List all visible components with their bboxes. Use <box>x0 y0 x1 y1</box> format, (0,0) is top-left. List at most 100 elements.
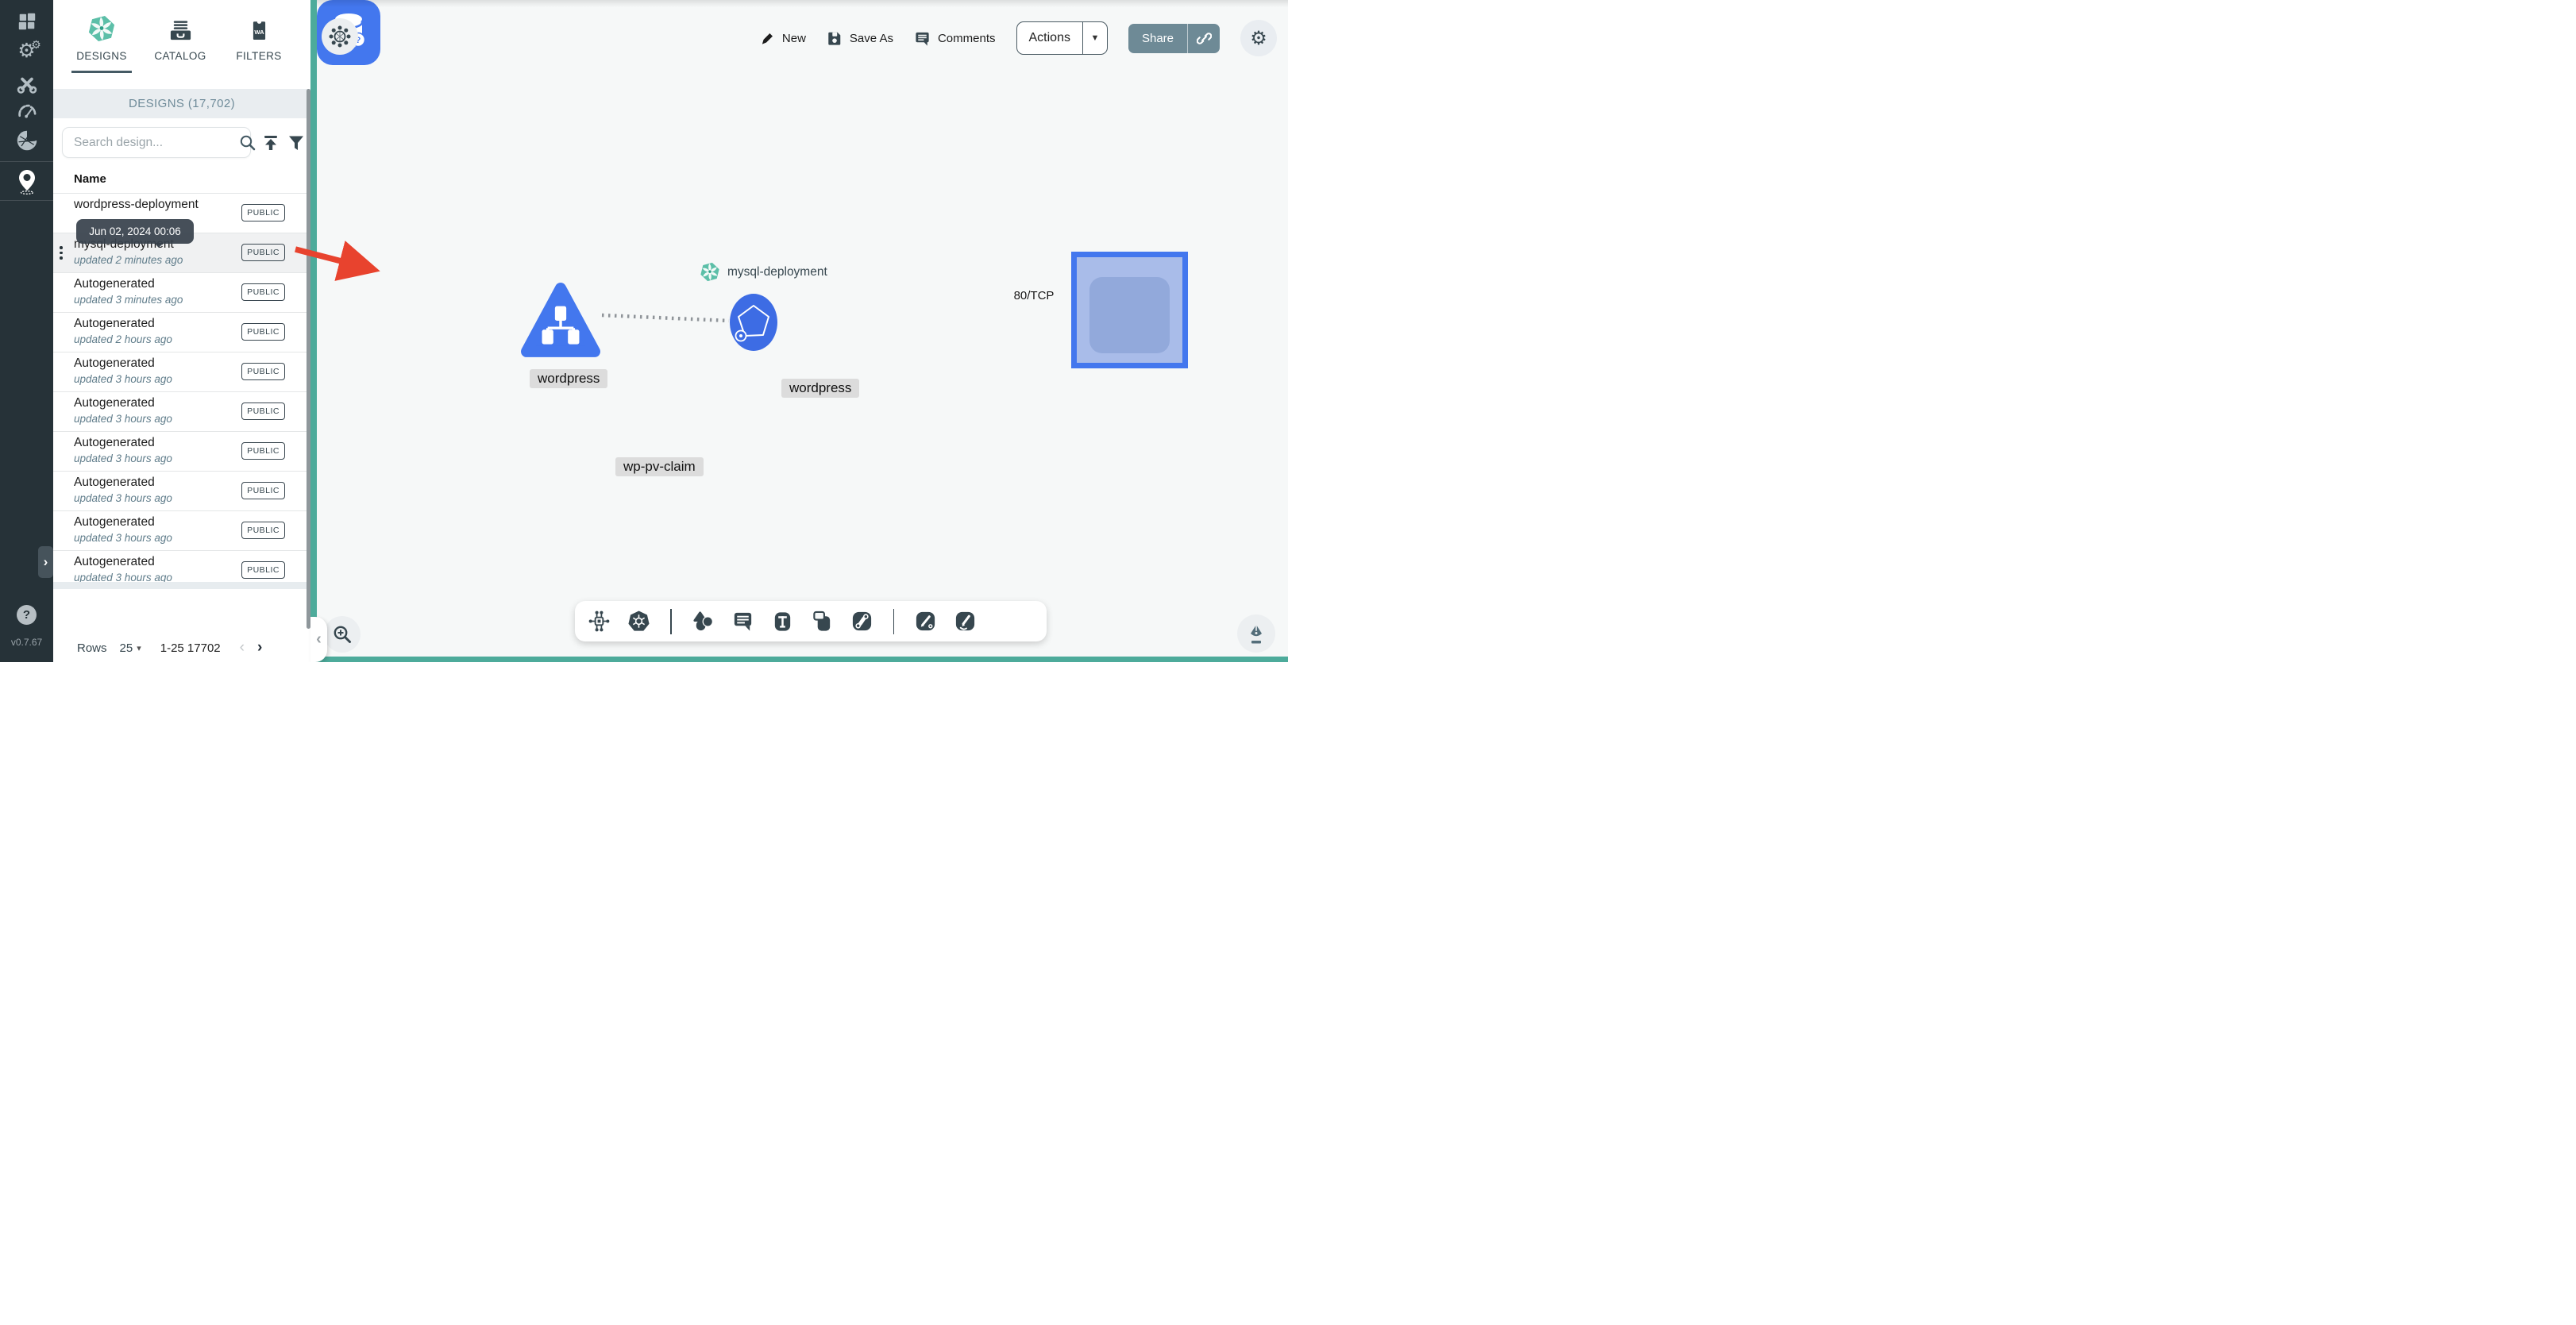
shape-tools-dock <box>575 601 1047 641</box>
kanvas-pin-icon[interactable] <box>15 168 39 195</box>
actions-split-button[interactable]: Actions ▼ <box>1016 21 1108 55</box>
upload-design-icon[interactable] <box>261 133 280 152</box>
cluster-visibility-button[interactable] <box>322 18 358 55</box>
new-design-button[interactable]: New <box>760 31 806 46</box>
design-list-row[interactable]: Autogenerated updated 3 hours ago PUBLIC <box>53 391 307 431</box>
design-list-row[interactable]: Autogenerated updated 3 hours ago PUBLIC <box>53 471 307 510</box>
rectangle-tool-icon[interactable] <box>811 610 834 633</box>
mysql-deployment-design-node[interactable]: mysql-deployment <box>700 261 827 283</box>
dashboard-icon[interactable] <box>17 11 37 32</box>
shapes-tool-icon[interactable] <box>692 610 715 633</box>
row-kebab-menu-icon[interactable] <box>60 246 63 260</box>
design-name: Autogenerated <box>74 356 155 370</box>
comments-button[interactable]: Comments <box>914 30 996 47</box>
comment-icon <box>914 30 931 47</box>
annotate-pen-button[interactable] <box>1237 614 1275 653</box>
design-name: Autogenerated <box>74 515 155 529</box>
design-name: Autogenerated <box>74 555 155 568</box>
design-list-row[interactable]: Autogenerated updated 3 minutes ago PUBL… <box>53 272 307 312</box>
designs-panel: DESIGNS CATALOG WA FILTERS DESIGNS (17,7… <box>53 0 310 662</box>
design-updated-text: updated 2 minutes ago <box>74 254 183 266</box>
design-updated-text: updated 2 hours ago <box>74 333 172 345</box>
wordpress-container-node[interactable] <box>1071 252 1188 368</box>
port-edge-label: 80/TCP <box>1013 289 1055 302</box>
visibility-badge: PUBLIC <box>241 204 285 221</box>
component-tool-icon[interactable] <box>588 610 611 633</box>
configuration-tools-icon[interactable] <box>16 73 37 94</box>
meshery-design-icon <box>65 11 138 43</box>
next-page-button[interactable]: › <box>257 639 262 657</box>
comment-tool-icon[interactable] <box>731 610 754 633</box>
visibility-badge: PUBLIC <box>241 363 285 380</box>
help-button[interactable]: ? <box>17 605 37 625</box>
design-list-row[interactable]: Autogenerated updated 2 hours ago PUBLIC <box>53 312 307 352</box>
pagination-range: 1-25 17702 <box>160 641 221 655</box>
filter-funnel-icon[interactable] <box>287 133 306 152</box>
design-name: wordpress-deployment <box>74 198 199 211</box>
pen-tool-icon[interactable] <box>914 610 937 633</box>
rail-divider <box>0 161 53 162</box>
tab-catalog[interactable]: CATALOG <box>144 11 217 62</box>
designs-count-header: DESIGNS (17,702) <box>53 89 310 118</box>
design-list-row[interactable]: Autogenerated updated 3 hours ago PUBLIC <box>53 510 307 550</box>
container-node-label: wordpress <box>781 379 860 398</box>
pagination-footer: Rows 25 ▾ 1-25 17702 ‹ › <box>53 634 310 662</box>
visibility-badge: PUBLIC <box>241 244 285 261</box>
panel-canvas-divider <box>310 0 317 662</box>
edge-tool-icon[interactable] <box>850 610 873 633</box>
updated-date-tooltip: Jun 02, 2024 00:06 <box>76 219 194 248</box>
extensions-icon[interactable] <box>16 129 38 152</box>
design-list-row[interactable]: Autogenerated updated 3 hours ago PUBLIC <box>53 352 307 391</box>
actions-dropdown-caret[interactable]: ▼ <box>1083 22 1107 54</box>
save-as-button[interactable]: Save As <box>827 30 893 46</box>
service-node[interactable] <box>730 294 777 351</box>
design-name: Autogenerated <box>74 396 155 410</box>
visibility-badge: PUBLIC <box>241 283 285 301</box>
design-updated-text: updated 3 hours ago <box>74 373 172 385</box>
copy-link-icon[interactable] <box>1188 24 1220 53</box>
rail-divider <box>0 200 53 201</box>
settings-gear-button[interactable]: ⚙ <box>1240 20 1277 56</box>
design-canvas[interactable]: New Save As Comments Actions ▼ Share ⚙ m… <box>317 0 1288 657</box>
collapse-panel-button[interactable]: ‹ <box>310 617 327 662</box>
design-updated-text: updated 3 hours ago <box>74 453 172 464</box>
search-design-field[interactable] <box>62 127 256 158</box>
page-size-select[interactable]: 25 ▾ <box>120 641 141 655</box>
canvas-bottom-border <box>317 657 1288 662</box>
save-icon <box>827 30 843 46</box>
version-label: v0.7.67 <box>10 637 43 648</box>
pencil-tool-icon[interactable] <box>954 610 977 633</box>
lifecycle-gears-icon[interactable]: ⚙ ⚙ <box>17 38 41 61</box>
design-name: Autogenerated <box>74 436 155 449</box>
dock-divider <box>893 608 894 634</box>
performance-speedometer-icon[interactable] <box>16 101 37 120</box>
design-name: Autogenerated <box>74 476 155 489</box>
visibility-badge: PUBLIC <box>241 482 285 499</box>
tab-designs[interactable]: DESIGNS <box>65 11 138 62</box>
design-name: Autogenerated <box>74 277 155 291</box>
expand-sidebar-button[interactable]: › <box>38 546 53 578</box>
list-end-band <box>53 582 307 589</box>
design-updated-text: updated 3 hours ago <box>74 532 172 544</box>
zoom-in-button[interactable] <box>324 616 361 653</box>
dock-divider <box>670 608 672 634</box>
search-icon[interactable] <box>239 134 256 151</box>
deployment-triangle-node[interactable] <box>520 279 601 360</box>
application-window: ⚙ ⚙ › ? v0.7.67 DESIGNS CATALOG WA FILTE… <box>0 0 1288 662</box>
design-name: Autogenerated <box>74 317 155 330</box>
chevron-down-icon: ▾ <box>137 643 141 653</box>
previous-page-button[interactable]: ‹ <box>240 639 245 657</box>
pvc-node-label: wp-pv-claim <box>615 457 704 476</box>
tab-filters[interactable]: WA FILTERS <box>222 11 295 62</box>
design-list-row[interactable]: Autogenerated updated 3 hours ago PUBLIC <box>53 431 307 471</box>
service-edge-layer <box>601 294 777 351</box>
port-edge[interactable] <box>601 313 730 323</box>
text-tool-icon[interactable] <box>771 610 794 633</box>
kubernetes-tool-icon[interactable] <box>627 610 650 633</box>
share-split-button[interactable]: Share <box>1128 23 1220 53</box>
pen-nib-icon <box>1251 625 1262 644</box>
panel-scrollbar[interactable] <box>307 89 310 629</box>
search-input[interactable] <box>63 135 239 150</box>
visibility-badge: PUBLIC <box>241 561 285 579</box>
left-nav-rail: ⚙ ⚙ › ? v0.7.67 <box>0 0 53 662</box>
